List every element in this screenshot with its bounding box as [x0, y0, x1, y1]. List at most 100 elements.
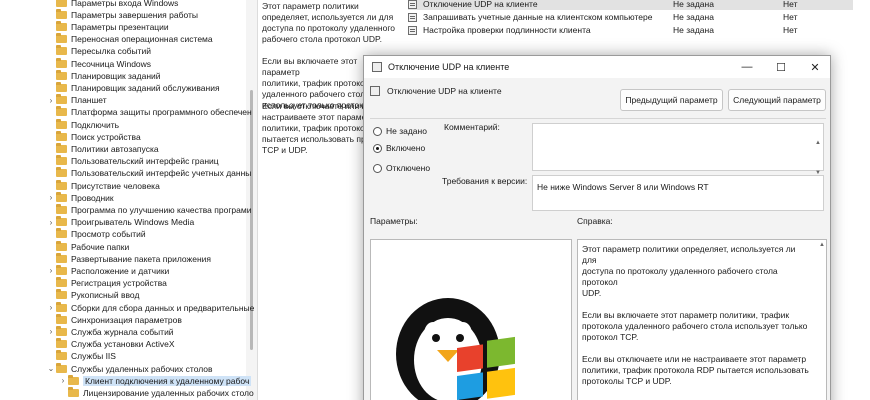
- policy-tree-pane: Параметры входа Windows Параметры заверше…: [0, 0, 258, 400]
- tree-item[interactable]: Политики автозапуска: [46, 142, 159, 155]
- chevron-icon[interactable]: ›: [46, 303, 56, 312]
- tree-item-label: Параметры презентации: [71, 21, 169, 32]
- tree-item[interactable]: › Клиент подключения к удаленному рабоч: [58, 374, 252, 387]
- chevron-icon[interactable]: ›: [46, 193, 56, 202]
- folder-icon: [56, 252, 67, 263]
- tree-item[interactable]: Планировщик заданий: [46, 69, 161, 82]
- folder-icon: [68, 374, 79, 385]
- tree-item-label: Параметры завершения работы: [71, 9, 198, 20]
- radio-disabled[interactable]: Отключено: [373, 163, 430, 173]
- folder-icon: [56, 277, 67, 288]
- dialog-titlebar[interactable]: Отключение UDP на клиенте — ☐ ✕: [364, 56, 830, 78]
- tree-scrollbar[interactable]: [246, 0, 257, 400]
- folder-icon: [56, 301, 67, 312]
- setting-name: Запрашивать учетные данные на клиентском…: [423, 12, 653, 22]
- tree-item-label: Планировщик заданий обслуживания: [71, 82, 220, 93]
- tree-item[interactable]: Службы IIS: [46, 350, 116, 363]
- setting-state: Не задана: [673, 0, 714, 9]
- tree-item-label: Подключить: [71, 119, 120, 130]
- folder-icon: [56, 191, 67, 202]
- tree-item-label: Сборки для сбора данных и предварительны…: [71, 302, 255, 313]
- tree-item[interactable]: Параметры завершения работы: [46, 8, 198, 21]
- radio-not-configured[interactable]: Не задано: [373, 126, 427, 136]
- tree-item[interactable]: › Проводник: [46, 191, 114, 204]
- setting-row[interactable]: Отключение UDP на клиенте Не задана Нет: [408, 0, 853, 10]
- tree-item[interactable]: Поиск устройства: [46, 130, 141, 143]
- tree-item[interactable]: Пересылка событий: [46, 45, 151, 58]
- chevron-icon[interactable]: ›: [46, 327, 56, 336]
- folder-icon: [56, 118, 67, 129]
- setting-name: Настройка проверки подлинности клиента: [423, 25, 591, 35]
- tree-item[interactable]: Просмотр событий: [46, 228, 146, 241]
- help-text: Этот параметр политики определяет, испол…: [582, 244, 809, 386]
- supported-on-value-box: Не ниже Windows Server 8 или Windows RT: [532, 175, 824, 211]
- folder-icon: [56, 142, 67, 153]
- folder-icon: [56, 0, 67, 7]
- radio-enabled-circle[interactable]: [373, 143, 382, 153]
- tree-item-label: Лицензирование удаленных рабочих столо: [83, 387, 254, 398]
- chevron-icon[interactable]: ›: [46, 96, 56, 105]
- options-panel: [370, 239, 572, 400]
- tree-item[interactable]: Параметры презентации: [46, 20, 169, 33]
- tree-item-label: Программа по улучшению качества програми: [71, 204, 252, 215]
- radio-not-configured-label: Не задано: [386, 126, 427, 136]
- next-setting-button[interactable]: Следующий параметр: [728, 89, 826, 111]
- tree-item[interactable]: Рукописный ввод: [46, 289, 139, 302]
- tree-item[interactable]: Планировщик заданий обслуживания: [46, 81, 220, 94]
- chevron-icon[interactable]: ›: [46, 266, 56, 275]
- folder-icon: [56, 69, 67, 80]
- tree-item-label: Рукописный ввод: [71, 290, 140, 301]
- tree-item[interactable]: › Проигрыватель Windows Media: [46, 216, 194, 229]
- setting-row[interactable]: Настройка проверки подлинности клиента Не…: [408, 24, 853, 36]
- radio-not-configured-circle[interactable]: [373, 126, 382, 136]
- radio-enabled[interactable]: Включено: [373, 143, 425, 153]
- comment-label: Комментарий:: [444, 122, 500, 132]
- tree-item-label: Платформа защиты программного обеспечен: [71, 107, 252, 118]
- tree-item[interactable]: Регистрация устройства: [46, 277, 167, 290]
- tree-item[interactable]: Развертывание пакета приложения: [46, 252, 211, 265]
- tree-item-label: Пользовательский интерфейс учетных данны: [71, 168, 252, 179]
- radio-disabled-circle[interactable]: [373, 163, 382, 173]
- help-scroll-up[interactable]: ▲: [819, 242, 825, 248]
- help-panel: Этот параметр политики определяет, испол…: [577, 239, 827, 400]
- tree-item[interactable]: › Сборки для сбора данных и предварительн…: [46, 301, 254, 314]
- tree-item[interactable]: ⌄ Службы удаленных рабочих столов: [46, 362, 213, 375]
- tree-item[interactable]: Песочница Windows: [46, 57, 151, 70]
- tree-item-label: Планировщик заданий: [71, 70, 161, 81]
- folder-icon: [56, 57, 67, 68]
- setting-row[interactable]: Запрашивать учетные данные на клиентском…: [408, 11, 853, 23]
- tree-item[interactable]: Синхронизация параметров: [46, 313, 182, 326]
- tree-item[interactable]: › Служба журнала событий: [46, 325, 174, 338]
- minimize-button[interactable]: —: [730, 56, 764, 78]
- tree-item-label: Пользовательский интерфейс границ: [71, 156, 219, 167]
- tree-item[interactable]: Присутствие человека: [46, 179, 160, 192]
- tree-item[interactable]: Переносная операционная система: [46, 33, 213, 46]
- options-label: Параметры:: [370, 216, 418, 226]
- chevron-icon[interactable]: ⌄: [46, 364, 56, 373]
- tree-item-label: Планшет: [71, 95, 107, 106]
- tree-item[interactable]: Рабочие папки: [46, 240, 129, 253]
- folder-icon: [56, 8, 67, 19]
- folder-icon: [56, 167, 67, 178]
- policy-setting-dialog: Отключение UDP на клиенте — ☐ ✕ Отключен…: [363, 55, 831, 400]
- close-button[interactable]: ✕: [798, 56, 832, 78]
- comment-textarea[interactable]: ▲ ▼: [532, 123, 824, 176]
- tree-item[interactable]: Пользовательский интерфейс учетных данны: [46, 167, 251, 180]
- maximize-button[interactable]: ☐: [764, 56, 798, 78]
- tree-item[interactable]: Служба установки ActiveX: [46, 338, 175, 351]
- previous-setting-button[interactable]: Предыдущий параметр: [620, 89, 723, 111]
- chevron-icon[interactable]: ›: [58, 376, 68, 385]
- tree-item[interactable]: Программа по улучшению качества програми: [46, 203, 251, 216]
- penguin-windows-logo: [396, 298, 515, 400]
- tree-item[interactable]: Платформа защиты программного обеспечен: [46, 106, 252, 119]
- tree-item-label: Служба журнала событий: [71, 326, 174, 337]
- tree-item[interactable]: Пользовательский интерфейс границ: [46, 155, 219, 168]
- description-paragraph-1: Этот параметр политики определяет, испол…: [262, 1, 395, 44]
- chevron-icon[interactable]: ›: [46, 218, 56, 227]
- tree-item[interactable]: › Расположение и датчики: [46, 264, 169, 277]
- tree-item[interactable]: Подключить: [46, 118, 119, 131]
- folder-icon: [56, 33, 67, 44]
- tree-item[interactable]: › Планшет: [46, 94, 107, 107]
- setting-policy-icon: [408, 25, 417, 35]
- tree-item[interactable]: Лицензирование удаленных рабочих столо: [58, 386, 254, 399]
